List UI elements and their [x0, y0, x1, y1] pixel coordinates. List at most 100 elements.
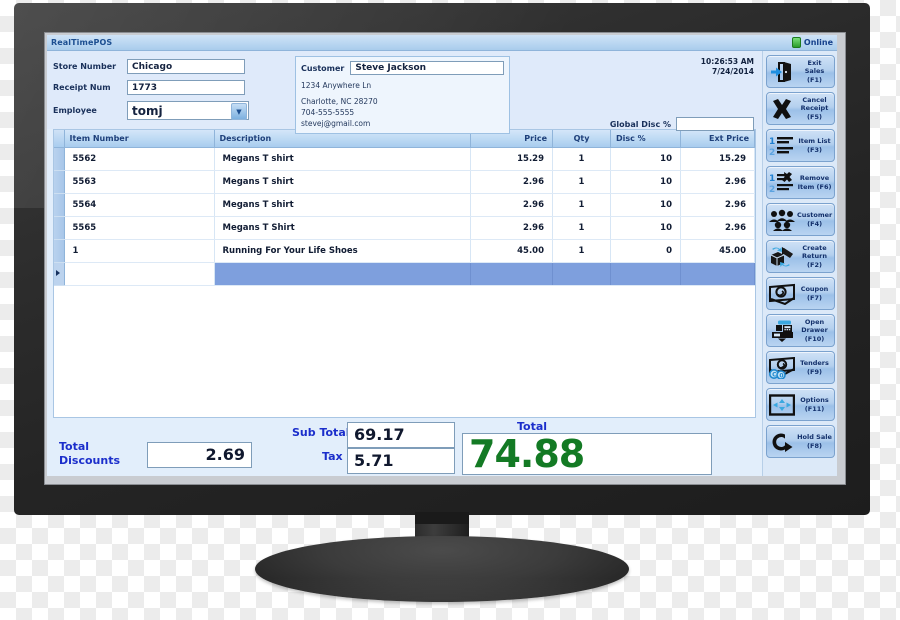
- grid-empty-area[interactable]: [54, 285, 755, 417]
- new-cell-item-number[interactable]: [64, 262, 215, 286]
- monitor: RealTimePOS Online Store Number Chicago: [14, 3, 870, 515]
- cell-disc: 10: [610, 216, 681, 240]
- receipt-num-input[interactable]: 1773: [127, 80, 245, 95]
- item-list-button[interactable]: 1 2 Item List (F3): [766, 129, 835, 162]
- item-list-label-line1: Item List: [798, 137, 831, 146]
- store-number-input[interactable]: Chicago: [127, 59, 245, 74]
- employee-select[interactable]: tomj ▼: [127, 101, 249, 120]
- total-discounts-value: 2.69: [147, 441, 252, 468]
- row-selector[interactable]: [54, 239, 65, 263]
- svg-text:1: 1: [769, 137, 775, 147]
- svg-text:2: 2: [769, 185, 775, 194]
- plug-connected-icon: [791, 37, 801, 48]
- sale-fields-group: Store Number Chicago Receipt Num 1773 Em…: [53, 59, 288, 126]
- items-grid-wrapper: Item Number Description Price Qty Disc %…: [47, 128, 762, 418]
- options-label-line1: Options: [800, 396, 829, 405]
- table-row[interactable]: 5565 Megans T Shirt 2.96 1 10 2.96: [54, 216, 755, 240]
- chevron-down-icon[interactable]: ▼: [231, 103, 247, 120]
- open-drawer-label-line3: (F10): [804, 334, 825, 343]
- items-table: Item Number Description Price Qty Disc %…: [54, 129, 755, 286]
- cell-item-number: 5565: [64, 216, 215, 240]
- cell-ext-price: 45.00: [680, 239, 755, 263]
- receipt-num-row: Receipt Num 1773: [53, 80, 288, 95]
- exit-sales-label-line2: (F1): [807, 75, 822, 84]
- cell-price: 45.00: [470, 239, 553, 263]
- cell-price: 2.96: [470, 216, 553, 240]
- people-group-icon: [769, 207, 795, 233]
- item-list-label-line2: (F3): [807, 145, 822, 154]
- sub-total-label: Sub Total: [292, 425, 350, 439]
- table-row[interactable]: 1 Running For Your Life Shoes 45.00 1 0 45.00: [54, 239, 755, 263]
- row-selector[interactable]: [54, 193, 65, 217]
- coupon-label: Coupon (F7): [797, 285, 832, 301]
- cancel-receipt-label-line2: Receipt: [800, 104, 829, 113]
- cell-description: Megans T Shirt: [214, 216, 471, 240]
- item-list-label: Item List (F3): [797, 137, 832, 153]
- cell-item-number: 1: [64, 239, 215, 263]
- col-item-number[interactable]: Item Number: [64, 129, 215, 148]
- table-row[interactable]: 5564 Megans T shirt 2.96 1 10 2.96: [54, 193, 755, 217]
- table-row[interactable]: 5563 Megans T shirt 2.96 1 10 2.96: [54, 170, 755, 194]
- table-row[interactable]: 5562 Megans T shirt 15.29 1 10 15.29: [54, 147, 755, 171]
- tenders-button[interactable]: C 0 Tenders (F9): [766, 351, 835, 384]
- options-label-line2: (F11): [804, 404, 825, 413]
- new-cell-qty[interactable]: [552, 262, 611, 286]
- function-button-rail: Exit Sales (F1) Cancel Receipt (F5) 1 2 Item Li…: [762, 51, 837, 476]
- coupon-icon: [769, 281, 795, 307]
- tax-label: Tax: [322, 449, 343, 463]
- exit-sales-label-line1: Exit Sales: [804, 59, 825, 76]
- customer-button[interactable]: Customer (F4): [766, 203, 835, 236]
- global-disc-input[interactable]: [676, 117, 754, 131]
- cell-ext-price: 2.96: [680, 170, 755, 194]
- total-discounts-label-line2: Discounts: [59, 453, 120, 467]
- employee-row: Employee tomj ▼: [53, 101, 288, 120]
- coupon-label-line1: Coupon: [800, 285, 829, 294]
- status-badge: Online: [791, 37, 833, 48]
- monitor-base-highlight: [255, 543, 629, 602]
- hold-sale-label-line2: (F8): [807, 441, 822, 450]
- customer-address-line1: 1234 Anywhere Ln: [301, 81, 372, 90]
- cell-price: 2.96: [470, 193, 553, 217]
- cancel-receipt-label-line1: Cancel: [802, 96, 827, 105]
- current-row-indicator[interactable]: [54, 262, 65, 286]
- col-disc[interactable]: Disc %: [610, 129, 681, 148]
- customer-input[interactable]: Steve Jackson: [350, 61, 504, 75]
- new-cell-ext-price[interactable]: [680, 262, 755, 286]
- new-cell-description[interactable]: [214, 262, 471, 286]
- current-date: 7/24/2014: [711, 67, 754, 77]
- customer-address-line2: Charlotte, NC 28270: [301, 96, 378, 106]
- exit-sales-button[interactable]: Exit Sales (F1): [766, 55, 835, 88]
- arrows-options-icon: [769, 392, 795, 418]
- open-drawer-label-line1: Open: [804, 318, 825, 327]
- cell-item-number: 5563: [64, 170, 215, 194]
- customer-email: stevej@gmail.com: [301, 118, 371, 128]
- options-button[interactable]: Options (F11): [766, 388, 835, 421]
- new-row-placeholder[interactable]: [54, 262, 755, 286]
- remove-item-button[interactable]: 1 2 Remove Item (F6): [766, 166, 835, 199]
- cancel-receipt-button[interactable]: Cancel Receipt (F5): [766, 92, 835, 125]
- items-table-body: 5562 Megans T shirt 15.29 1 10 15.29 5563 Megan…: [54, 147, 755, 286]
- new-cell-price[interactable]: [470, 262, 553, 286]
- cancel-receipt-label: Cancel Receipt (F5): [797, 96, 832, 120]
- cell-item-number: 5564: [64, 193, 215, 217]
- hold-sale-button[interactable]: Hold Sale (F8): [766, 425, 835, 458]
- cell-qty: 1: [552, 170, 611, 194]
- pos-application: RealTimePOS Online Store Number Chicago: [47, 35, 837, 476]
- exit-door-icon: [769, 59, 795, 85]
- cell-description: Megans T shirt: [214, 193, 471, 217]
- open-drawer-label: Open Drawer (F10): [797, 318, 832, 342]
- employee-label: Employee: [53, 106, 97, 115]
- create-return-button[interactable]: Create Return (F2): [766, 240, 835, 273]
- new-cell-disc[interactable]: [610, 262, 681, 286]
- coupon-button[interactable]: Coupon (F7): [766, 277, 835, 310]
- cell-ext-price: 2.96: [680, 193, 755, 217]
- row-selector[interactable]: [54, 147, 65, 171]
- items-grid[interactable]: Item Number Description Price Qty Disc %…: [53, 128, 756, 418]
- x-mark-icon: [769, 96, 795, 122]
- col-ext-price[interactable]: Ext Price: [680, 129, 755, 148]
- row-selector[interactable]: [54, 170, 65, 194]
- open-drawer-button[interactable]: Open Drawer (F10): [766, 314, 835, 347]
- row-selector[interactable]: [54, 216, 65, 240]
- col-qty[interactable]: Qty: [552, 129, 611, 148]
- sale-header-form: Store Number Chicago Receipt Num 1773 Em…: [47, 51, 762, 134]
